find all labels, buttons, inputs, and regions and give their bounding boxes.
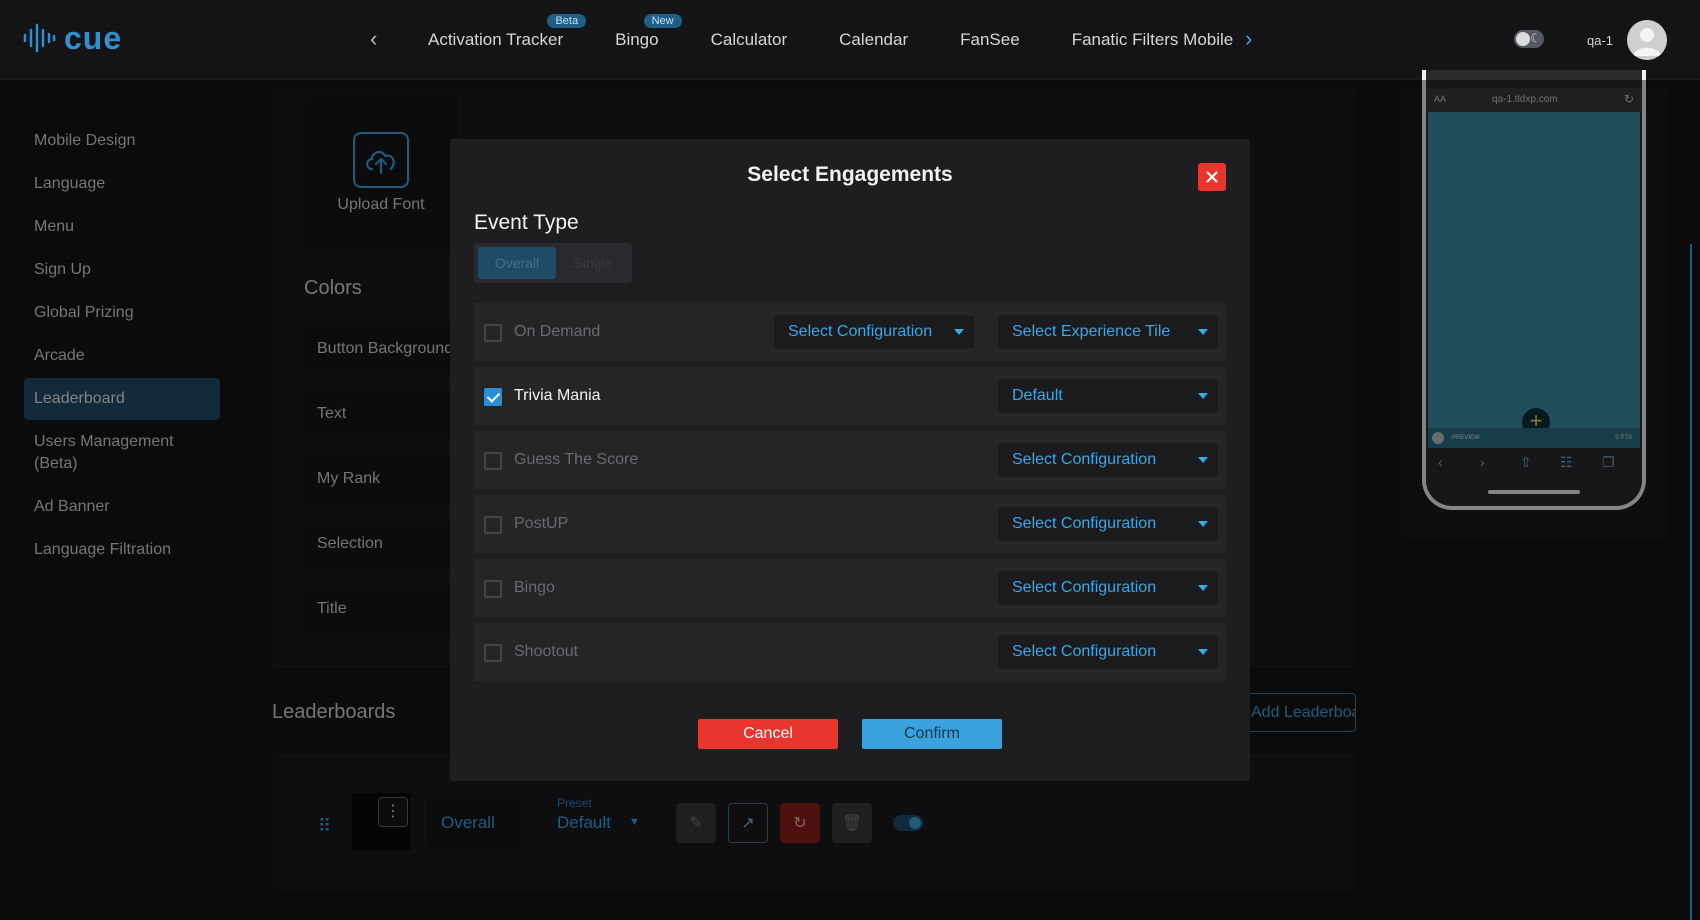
select-configuration-dropdown[interactable]: Select Configuration (998, 507, 1218, 541)
engagement-row-guess-the-score: Guess The Score Select Configuration (474, 431, 1226, 489)
dropdown-value: Default (1012, 387, 1063, 404)
tab-label: FanSee (960, 30, 1020, 49)
tab-label: Fanatic Filters Mobile (1071, 30, 1234, 49)
bingo-checkbox[interactable] (484, 580, 502, 598)
select-configuration-dropdown[interactable]: Select Configuration (774, 315, 974, 349)
waveform-icon (23, 23, 56, 53)
chevron-down-icon (1198, 585, 1208, 591)
user-avatar-icon (1633, 28, 1661, 56)
engagement-row-shootout: Shootout Select Configuration (474, 623, 1226, 681)
chevron-down-icon (954, 329, 964, 335)
engagement-label: Guess The Score (514, 451, 639, 468)
select-configuration-dropdown[interactable]: Select Configuration (998, 571, 1218, 605)
trivia-mania-checkbox[interactable] (484, 388, 502, 406)
logo-text: cue (64, 20, 123, 56)
engagement-label: On Demand (514, 323, 601, 340)
engagement-row-on-demand: On Demand Select Configuration Select Ex… (474, 303, 1226, 361)
chevron-down-icon (1198, 457, 1208, 463)
cancel-button[interactable]: Cancel (698, 719, 838, 749)
on-demand-checkbox[interactable] (484, 324, 502, 342)
engagement-label: Shootout (514, 643, 579, 660)
shootout-checkbox[interactable] (484, 644, 502, 662)
experience-tile-dropdown[interactable]: Default (998, 379, 1218, 413)
tab-calculator[interactable]: Calculator (711, 30, 788, 50)
avatar[interactable] (1627, 20, 1667, 60)
moon-icon: ☾ (1530, 31, 1541, 45)
tab-fansee[interactable]: FanSee (960, 30, 1020, 50)
nav-prev-arrow-icon[interactable]: ‹ (370, 26, 377, 52)
user-name: qa-1 (1587, 33, 1614, 48)
confirm-button[interactable]: Confirm (862, 719, 1002, 749)
top-bar: cue ‹ Activation Tracker Beta Bingo New … (0, 0, 1700, 80)
tab-bingo[interactable]: Bingo New (615, 14, 682, 50)
select-configuration-dropdown[interactable]: Select Configuration (998, 635, 1218, 669)
theme-toggle[interactable]: ☾ (1514, 30, 1544, 48)
segment-single[interactable]: Single (560, 247, 626, 279)
engagement-row-bingo: Bingo Select Configuration (474, 559, 1226, 617)
tab-label: Calendar (839, 30, 909, 49)
engagement-label: Trivia Mania (514, 387, 601, 404)
event-type-label: Event Type (474, 211, 579, 234)
postup-checkbox[interactable] (484, 516, 502, 534)
close-button[interactable] (1198, 163, 1226, 191)
tab-label: Calculator (710, 30, 788, 49)
select-experience-tile-dropdown[interactable]: Select Experience Tile (998, 315, 1218, 349)
segment-overall[interactable]: Overall (478, 247, 556, 279)
chevron-down-icon (1198, 649, 1208, 655)
dropdown-value: Select Configuration (1012, 515, 1157, 532)
select-configuration-dropdown[interactable]: Select Configuration (998, 443, 1218, 477)
app-tabs: Activation Tracker Beta Bingo New Calcul… (428, 14, 1234, 50)
modal-title: Select Engagements (747, 163, 953, 186)
dropdown-value: Select Configuration (788, 323, 933, 340)
select-engagements-modal: Select Engagements Event Type Overall Si… (450, 139, 1250, 781)
cue-logo[interactable]: cue (22, 22, 122, 54)
chevron-down-icon (1198, 329, 1208, 335)
engagement-row-trivia-mania: Trivia Mania Default (474, 367, 1226, 425)
dropdown-value: Select Experience Tile (1012, 323, 1171, 340)
engagement-label: Bingo (514, 579, 555, 596)
tab-calendar[interactable]: Calendar (839, 30, 908, 50)
beta-badge: Beta (547, 14, 587, 28)
tab-label: Bingo (615, 30, 659, 49)
tab-fanatic-filters-mobile[interactable]: Fanatic Filters Mobile (1072, 30, 1234, 50)
event-type-segmented-control: Overall Single (474, 243, 632, 283)
close-icon (1206, 171, 1218, 183)
chevron-down-icon (1198, 521, 1208, 527)
dropdown-value: Select Configuration (1012, 579, 1157, 596)
new-badge: New (643, 14, 682, 28)
nav-next-arrow-icon[interactable]: › (1245, 26, 1252, 52)
guess-the-score-checkbox[interactable] (484, 452, 502, 470)
tab-label: Activation Tracker (428, 30, 564, 49)
engagement-row-postup: PostUP Select Configuration (474, 495, 1226, 553)
tab-activation-tracker[interactable]: Activation Tracker Beta (428, 14, 587, 50)
toggle-knob (1516, 32, 1530, 46)
engagement-label: PostUP (514, 515, 569, 532)
chevron-down-icon (1198, 393, 1208, 399)
dropdown-value: Select Configuration (1012, 451, 1157, 468)
dropdown-value: Select Configuration (1012, 643, 1157, 660)
